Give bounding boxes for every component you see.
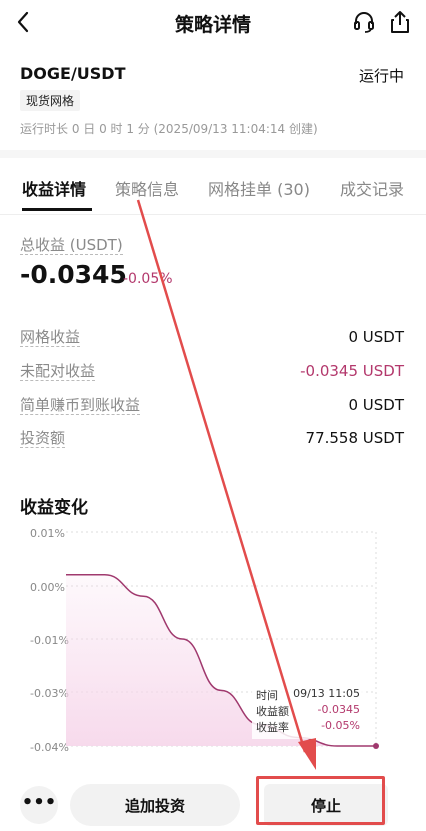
annotation-highlight-box (256, 776, 385, 825)
more-icon: ••• (21, 792, 57, 813)
more-button[interactable]: ••• (20, 786, 58, 824)
add-investment-button[interactable]: 追加投资 (70, 784, 240, 826)
annotation-arrow (136, 199, 316, 770)
add-investment-label: 追加投资 (124, 797, 185, 815)
